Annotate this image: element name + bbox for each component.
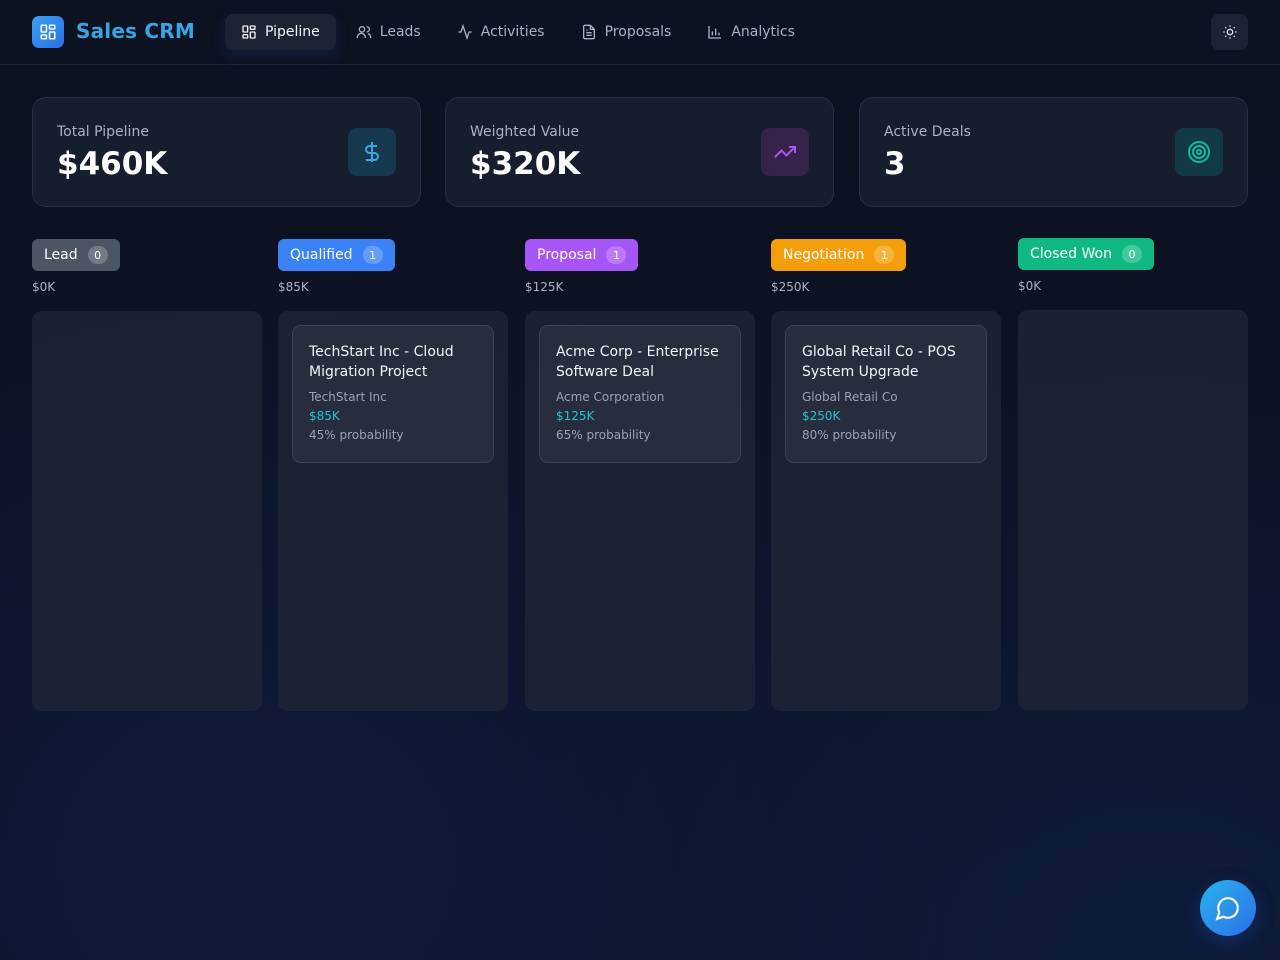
stage-name: Lead [44,247,78,263]
stage-badge[interactable]: Negotiation 1 [771,239,907,271]
app-logo[interactable] [32,16,64,48]
stage-name: Closed Won [1030,246,1112,262]
grid-icon [242,25,256,39]
trending-up-icon [774,146,796,158]
sun-icon [1222,25,1237,39]
bar-chart-icon [708,26,722,39]
target-icon [1188,141,1210,163]
users-icon [356,26,372,38]
stage-name: Qualified [290,247,353,263]
app-title: Sales CRM [76,19,195,43]
stage-drop-zone[interactable]: Acme Corp - Enterprise Software Deal Acm… [525,311,755,711]
stage-drop-zone[interactable]: Global Retail Co - POS System Upgrade Gl… [771,311,1001,711]
nav-label: Leads [379,24,421,40]
stat-icon-wrap [348,128,396,176]
deal-title: Acme Corp - Enterprise Software Deal [556,344,719,380]
stat-icon-wrap [761,128,809,176]
deal-probability: 80% probability [802,428,897,442]
stage-badge[interactable]: Lead 0 [32,239,120,271]
stage-total: $0K [1018,279,1042,293]
nav-proposals[interactable]: Proposals [565,14,688,50]
document-icon [582,24,595,40]
deal-company: Global Retail Co [802,390,898,404]
stage-name: Negotiation [783,247,865,263]
stage-column-qualified: Qualified 1 $85K TechStart Inc - Cloud M… [278,239,508,711]
stage-column-proposal: Proposal 1 $125K Acme Corp - Enterprise … [525,239,755,711]
nav-label: Proposals [604,24,672,40]
nav-label: Activities [480,24,545,40]
dollar-icon [365,142,379,162]
chat-button[interactable] [1200,880,1256,936]
deal-company: TechStart Inc [309,390,387,404]
stat-label: Total Pipeline [57,124,149,140]
stage-count: 1 [606,246,627,264]
stage-badge[interactable]: Proposal 1 [525,239,639,271]
stat-value: 3 [884,146,906,182]
stat-label: Weighted Value [470,124,580,140]
stage-total: $250K [771,280,810,294]
stat-card-weighted-value: Weighted Value $320K [445,97,834,207]
activity-icon [458,24,472,40]
theme-toggle-button[interactable] [1211,14,1248,50]
stage-total: $85K [278,280,309,294]
stage-drop-zone[interactable] [1018,310,1248,710]
stage-count: 1 [874,246,895,264]
stat-icon-wrap [1175,128,1223,176]
stage-column-lead: Lead 0 $0K [32,239,262,711]
nav-label: Analytics [731,24,795,40]
stage-count: 1 [362,246,383,264]
stat-card-active-deals: Active Deals 3 [859,97,1248,207]
stage-total: $0K [32,280,56,294]
stat-value: $460K [57,146,168,182]
stage-total: $125K [525,280,564,294]
stage-count: 0 [1121,245,1142,263]
stage-badge[interactable]: Closed Won 0 [1018,238,1154,270]
deal-value: $85K [309,409,340,423]
stage-column-negotiation: Negotiation 1 $250K Global Retail Co - P… [771,239,1001,711]
deal-probability: 45% probability [309,428,404,442]
stat-value: $320K [470,146,581,182]
deal-title: Global Retail Co - POS System Upgrade [802,344,956,380]
stat-card-total-pipeline: Total Pipeline $460K [32,97,421,207]
stage-column-closed-won: Closed Won 0 $0K [1018,238,1248,710]
deal-company: Acme Corporation [556,390,665,404]
nav-label: Pipeline [265,24,320,40]
nav-analytics[interactable]: Analytics [691,14,811,50]
deal-value: $250K [802,409,841,423]
deal-title: TechStart Inc - Cloud Migration Project [309,344,454,380]
stage-drop-zone[interactable] [32,311,262,711]
top-bar: Sales CRM Pipeline Leads Activities Prop… [0,0,1280,65]
main-nav: Pipeline Leads Activities Proposals Anal… [225,14,811,50]
stage-drop-zone[interactable]: TechStart Inc - Cloud Migration Project … [278,311,508,711]
nav-activities[interactable]: Activities [441,14,561,50]
stage-badge[interactable]: Qualified 1 [278,239,395,271]
stat-label: Active Deals [884,124,971,140]
chat-bubble-icon [1215,897,1239,921]
deal-card[interactable]: TechStart Inc - Cloud Migration Project … [292,325,494,463]
stage-count: 0 [87,246,108,264]
deal-card[interactable]: Global Retail Co - POS System Upgrade Gl… [785,325,987,463]
deal-value: $125K [556,409,595,423]
nav-leads[interactable]: Leads [340,14,437,50]
nav-pipeline[interactable]: Pipeline [225,14,336,50]
deal-card[interactable]: Acme Corp - Enterprise Software Deal Acm… [539,325,741,463]
deal-probability: 65% probability [556,428,651,442]
stage-name: Proposal [537,247,597,263]
dashboard-grid-icon [40,24,56,40]
